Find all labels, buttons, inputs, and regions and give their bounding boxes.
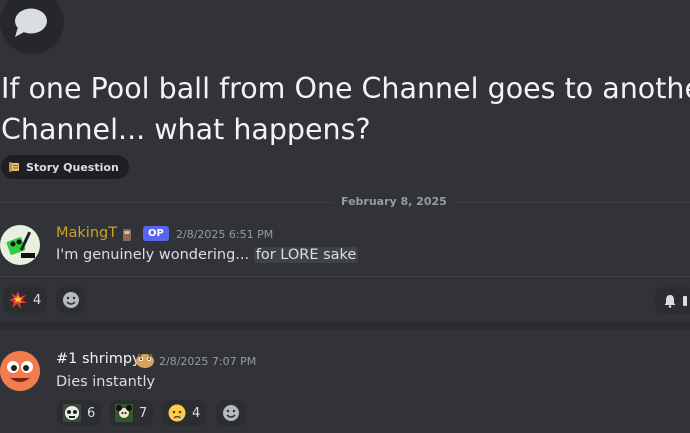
message-timestamp[interactable]: 2/8/2025 6:51 PM: [176, 228, 273, 241]
notification-button[interactable]: [655, 287, 690, 314]
reaction-skull-character[interactable]: 6: [57, 400, 102, 426]
add-reaction-button[interactable]: [56, 287, 86, 313]
reaction-crying-face[interactable]: 4: [162, 400, 207, 426]
add-reaction-button[interactable]: [216, 400, 246, 426]
scroll-emoji: [8, 161, 20, 173]
date-divider-label: February 8, 2025: [333, 195, 455, 208]
message-text: Dies instantly: [56, 374, 156, 390]
thread-icon-circle: [0, 0, 64, 54]
character-role-emoji: [135, 351, 155, 369]
reaction-count: 4: [192, 405, 201, 421]
author-name[interactable]: MakingT: [56, 225, 117, 241]
message-text-highlight: for LORE sake: [253, 247, 359, 263]
skull-character-emoji: [63, 404, 81, 422]
tag-label: Story Question: [26, 160, 119, 174]
op-badge-label: OP: [148, 228, 164, 239]
avatar-makingt[interactable]: [0, 225, 40, 265]
reply-section-separator: [0, 322, 690, 330]
smiley-add-reaction-icon: [63, 292, 79, 308]
message-author-shrimpy[interactable]: #1 shrimpy: [56, 351, 141, 367]
message-text: I'm genuinely wondering... for LORE sake: [56, 247, 359, 263]
brick-phone-emoji: [122, 227, 132, 241]
message-text-plain: I'm genuinely wondering...: [56, 247, 254, 263]
message-author-makingt[interactable]: MakingT: [56, 225, 117, 241]
post-title-line-2: Channel... what happens?: [1, 113, 371, 146]
message-timestamp[interactable]: 2/8/2025 7:07 PM: [159, 355, 256, 368]
bell-icon: [664, 294, 676, 308]
speech-bubble-icon: [15, 8, 47, 37]
avatar-shrimpy[interactable]: [0, 351, 40, 391]
reaction-character[interactable]: 7: [109, 400, 154, 426]
character-emoji: [115, 404, 133, 422]
message-separator: [0, 276, 690, 277]
post-title: If one Pool ball from One Channel goes t…: [1, 68, 690, 150]
story-question-tag[interactable]: Story Question: [1, 155, 129, 179]
reaction-count: 7: [139, 405, 148, 421]
post-title-line-1: If one Pool ball from One Channel goes t…: [1, 72, 690, 105]
bell-label-fragment: [683, 295, 687, 306]
smiley-add-reaction-icon: [223, 405, 239, 421]
reaction-count: 4: [33, 292, 42, 308]
reaction-count: 6: [87, 405, 96, 421]
reaction-collision[interactable]: 4: [3, 287, 48, 313]
op-badge: OP: [143, 226, 169, 241]
collision-emoji: [9, 291, 27, 309]
crying-face-emoji: [168, 404, 186, 422]
